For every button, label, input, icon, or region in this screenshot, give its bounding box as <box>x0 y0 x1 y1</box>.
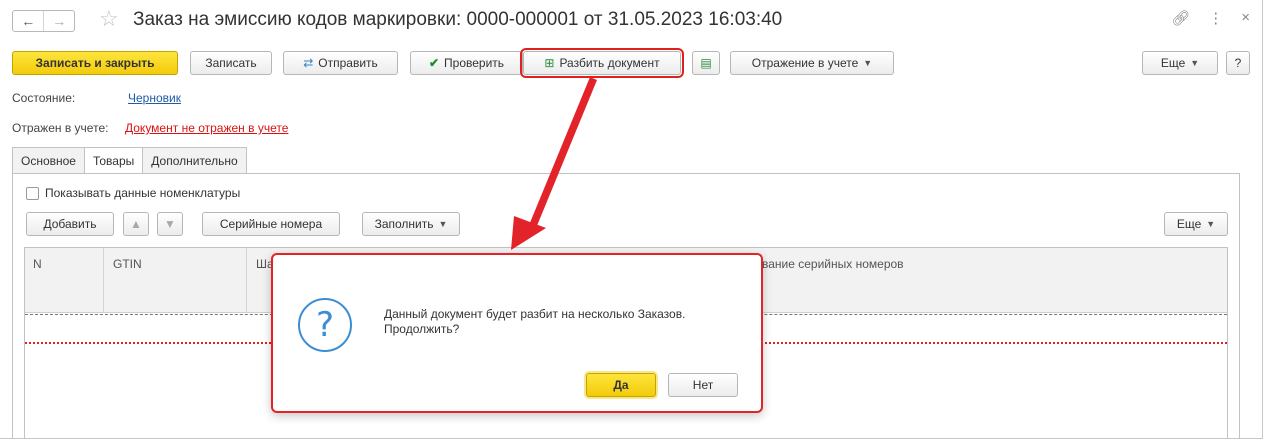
state-label: Состояние: <box>12 91 76 105</box>
more-dropdown[interactable]: Еще ▼ <box>1142 51 1218 75</box>
column-separator <box>103 248 104 313</box>
checkmark-icon: ✔ <box>428 56 440 70</box>
chevron-down-icon: ▼ <box>863 58 873 68</box>
arrow-left-icon: ← <box>21 13 36 29</box>
add-row-label: Добавить <box>43 217 97 231</box>
tab-goods[interactable]: Товары <box>83 147 144 174</box>
show-nomenclature-label: Показывать данные номенклатуры <box>45 186 241 200</box>
chevron-down-icon: ▼ <box>1190 58 1200 68</box>
dialog-message-line-1: Данный документ будет разбит на нескольк… <box>384 307 686 321</box>
state-link[interactable]: Черновик <box>128 91 181 105</box>
more-vertical-icon[interactable]: ⋮ <box>1208 9 1223 27</box>
split-document-icon: ⊞ <box>544 56 555 70</box>
reflection-label: Отражение в учете <box>751 56 859 70</box>
window-controls: 🔗︎ ⋮ × <box>1171 9 1250 27</box>
send-label: Отправить <box>318 56 378 70</box>
accounting-link[interactable]: Документ не отражен в учете <box>125 121 288 135</box>
fill-label: Заполнить <box>374 217 434 231</box>
save-label: Записать <box>205 56 257 70</box>
save-and-close-button[interactable]: Записать и закрыть <box>12 51 178 75</box>
dialog-message-line-2: Продолжить? <box>384 322 460 336</box>
accounting-label: Отражен в учете: <box>12 121 109 135</box>
help-button[interactable]: ? <box>1226 51 1250 75</box>
document-window: ← → ☆ Заказ на эмиссию кодов маркировки:… <box>0 0 1263 439</box>
column-header-gtin[interactable]: GTIN <box>113 257 142 271</box>
reflection-dropdown[interactable]: Отражение в учете ▼ <box>730 51 894 75</box>
serial-numbers-button[interactable]: Серийные номера <box>202 212 340 236</box>
yes-button[interactable]: Да <box>586 373 656 397</box>
check-label: Проверить <box>444 56 505 70</box>
structure-button[interactable]: ▤ <box>692 51 720 75</box>
dialog-message: Данный документ будет разбит на нескольк… <box>384 307 744 337</box>
save-and-close-label: Записать и закрыть <box>35 56 155 70</box>
title-bar: ← → ☆ Заказ на эмиссию кодов маркировки:… <box>0 0 1262 40</box>
confirm-dialog: ? Данный документ будет разбит на нескол… <box>271 253 763 413</box>
split-document-label: Разбить документ <box>559 56 660 70</box>
question-icon: ? <box>298 298 352 352</box>
back-button[interactable]: ← <box>13 11 43 31</box>
checkbox-box[interactable] <box>26 186 39 200</box>
page-title: Заказ на эмиссию кодов маркировки: 0000-… <box>133 9 783 30</box>
star-icon[interactable]: ☆ <box>99 8 119 30</box>
move-down-button[interactable]: ▼ <box>157 212 183 236</box>
tab-additional[interactable]: Дополнительно <box>142 147 247 173</box>
arrow-up-icon: ▲ <box>130 217 142 231</box>
move-up-button[interactable]: ▲ <box>123 212 149 236</box>
column-header-serials[interactable]: вание серийных номеров <box>762 257 904 271</box>
save-button[interactable]: Записать <box>190 51 272 75</box>
close-icon[interactable]: × <box>1241 9 1250 27</box>
chevron-down-icon: ▼ <box>438 219 448 229</box>
goods-more-dropdown[interactable]: Еще ▼ <box>1164 212 1228 236</box>
show-nomenclature-checkbox[interactable]: Показывать данные номенклатуры <box>26 186 240 200</box>
arrow-right-icon: → <box>52 13 67 29</box>
add-row-button[interactable]: Добавить <box>26 212 114 236</box>
fill-dropdown[interactable]: Заполнить ▼ <box>362 212 460 236</box>
serial-numbers-label: Серийные номера <box>219 217 323 231</box>
tab-bar: Основное Товары Дополнительно <box>12 147 247 174</box>
chevron-down-icon: ▼ <box>1206 219 1216 229</box>
help-label: ? <box>1234 56 1242 70</box>
tab-main[interactable]: Основное <box>12 147 85 173</box>
column-separator <box>246 248 247 313</box>
arrow-down-icon: ▼ <box>164 217 176 231</box>
forward-button[interactable]: → <box>43 11 74 31</box>
yes-label: Да <box>613 378 629 392</box>
link-icon[interactable]: 🔗︎ <box>1171 9 1190 27</box>
nav-buttons: ← → <box>12 10 75 32</box>
send-icon: ⇄ <box>303 56 314 70</box>
send-button[interactable]: ⇄ Отправить <box>283 51 398 75</box>
no-label: Нет <box>692 378 714 392</box>
more-label: Еще <box>1160 56 1186 70</box>
no-button[interactable]: Нет <box>668 373 738 397</box>
check-button[interactable]: ✔ Проверить <box>410 51 523 75</box>
column-header-n[interactable]: N <box>33 257 42 271</box>
goods-more-label: Еще <box>1176 217 1202 231</box>
split-document-button[interactable]: ⊞ Разбить документ <box>520 48 684 78</box>
hierarchy-icon: ▤ <box>700 56 712 70</box>
